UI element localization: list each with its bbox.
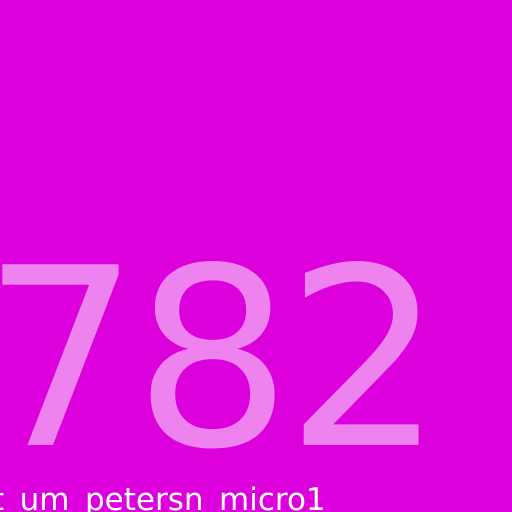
tile-caption: t_um_petersn_micro1: [0, 482, 326, 512]
tile[interactable]: 782 t_um_petersn_micro1: [0, 0, 512, 512]
tile-number: 782: [0, 216, 443, 504]
